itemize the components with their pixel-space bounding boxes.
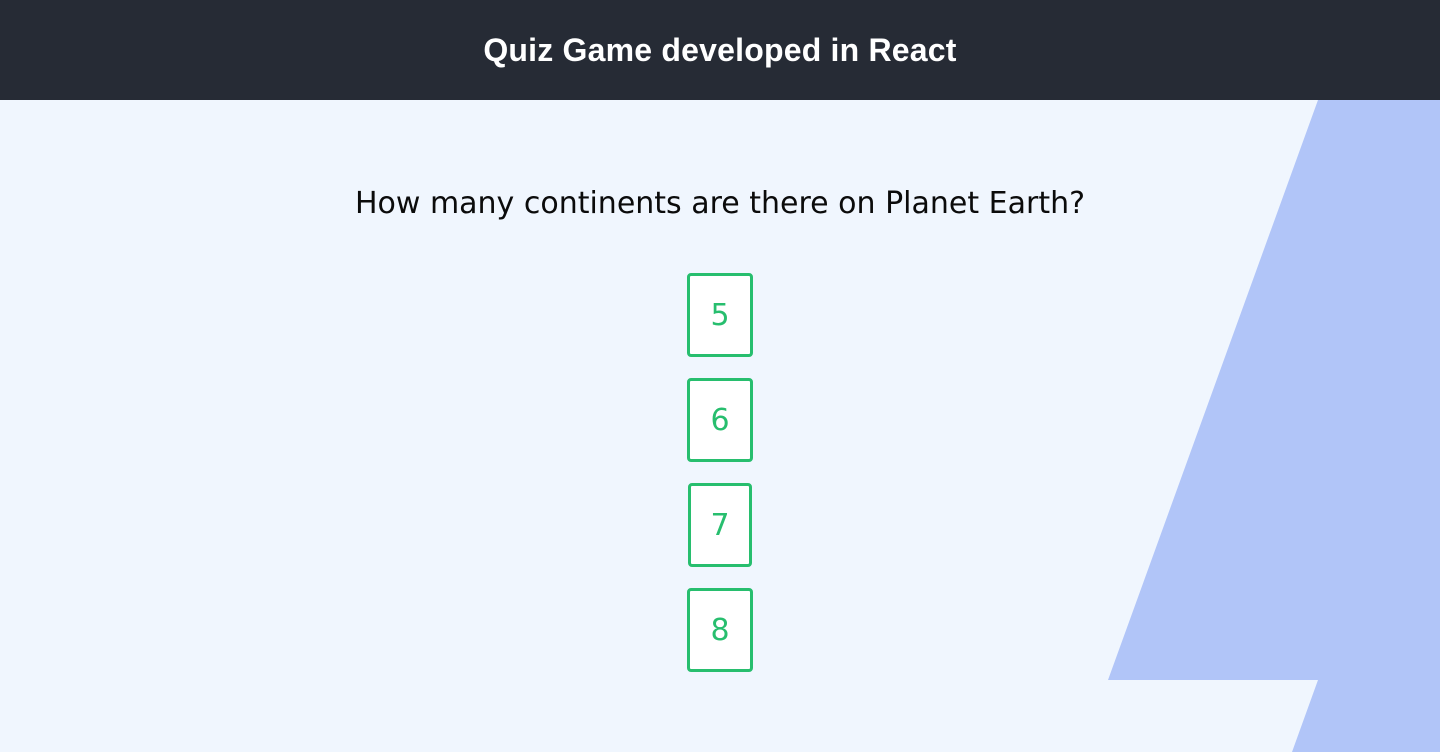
answer-button-8[interactable]: 8 <box>687 588 753 672</box>
app-title: Quiz Game developed in React <box>483 31 957 68</box>
app-header: Quiz Game developed in React <box>0 0 1440 100</box>
answer-button-5[interactable]: 5 <box>687 273 753 357</box>
answer-button-7[interactable]: 7 <box>688 483 752 567</box>
answer-button-6[interactable]: 6 <box>687 378 753 462</box>
answer-list: 5 6 7 8 <box>0 273 1440 672</box>
quiz-page: Quiz Game developed in React How many co… <box>0 0 1440 752</box>
question-text: How many continents are there on Planet … <box>354 186 1086 221</box>
